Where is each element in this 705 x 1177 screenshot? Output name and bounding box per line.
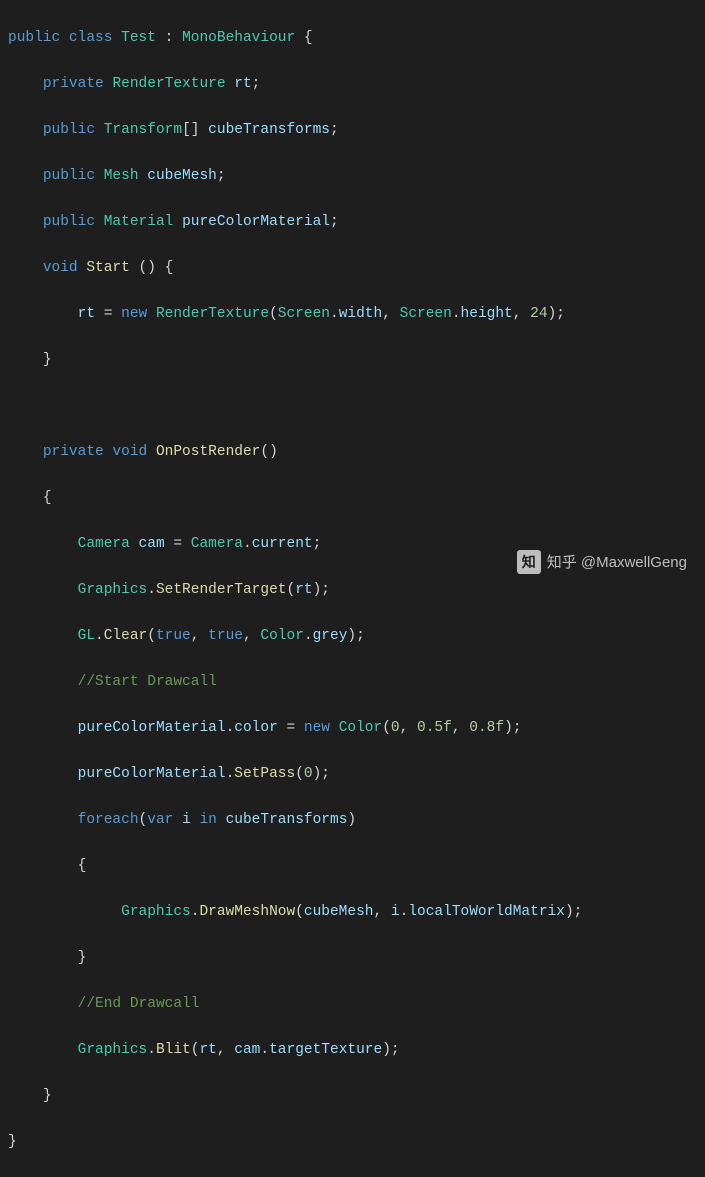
code-line: }: [8, 1085, 705, 1108]
code-line: [8, 395, 705, 418]
code-line: }: [8, 349, 705, 372]
code-editor: public class Test : MonoBehaviour { priv…: [0, 0, 705, 1177]
code-line: }: [8, 1131, 705, 1154]
code-line: Graphics.Blit(rt, cam.targetTexture);: [8, 1039, 705, 1062]
code-line: {: [8, 487, 705, 510]
code-line: {: [8, 855, 705, 878]
code-line: Graphics.SetRenderTarget(rt);: [8, 579, 705, 602]
zhihu-logo-icon: 知: [517, 550, 541, 574]
code-line: //Start Drawcall: [8, 671, 705, 694]
code-line: public Mesh cubeMesh;: [8, 165, 705, 188]
code-line: pureColorMaterial.SetPass(0);: [8, 763, 705, 786]
code-line: public Material pureColorMaterial;: [8, 211, 705, 234]
code-line: private RenderTexture rt;: [8, 73, 705, 96]
code-line: void Start () {: [8, 257, 705, 280]
code-line: public class Test : MonoBehaviour {: [8, 27, 705, 50]
code-line: public Transform[] cubeTransforms;: [8, 119, 705, 142]
code-line: //End Drawcall: [8, 993, 705, 1016]
code-line: Graphics.DrawMeshNow(cubeMesh, i.localTo…: [8, 901, 705, 924]
watermark-text: 知乎 @MaxwellGeng: [547, 551, 687, 574]
code-line: }: [8, 947, 705, 970]
code-line: pureColorMaterial.color = new Color(0, 0…: [8, 717, 705, 740]
code-line: GL.Clear(true, true, Color.grey);: [8, 625, 705, 648]
code-line: foreach(var i in cubeTransforms): [8, 809, 705, 832]
watermark: 知 知乎 @MaxwellGeng: [517, 550, 687, 574]
code-line: private void OnPostRender(): [8, 441, 705, 464]
code-line: rt = new RenderTexture(Screen.width, Scr…: [8, 303, 705, 326]
